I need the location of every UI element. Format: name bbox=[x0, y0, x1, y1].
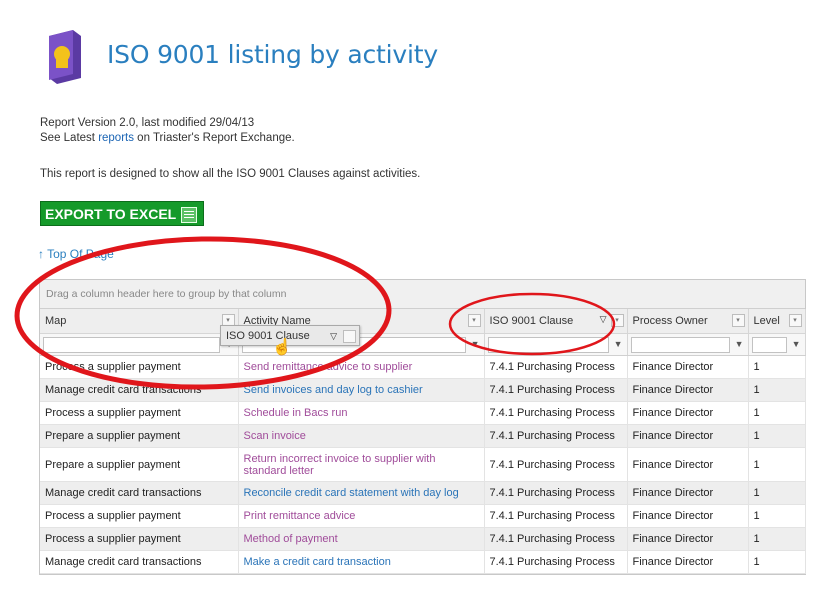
version-line: Report Version 2.0, last modified 29/04/… bbox=[40, 117, 255, 129]
activity-link[interactable]: Send invoices and day log to cashier bbox=[238, 378, 485, 402]
chevron-down-icon bbox=[343, 330, 356, 343]
chevron-down-icon[interactable]: ▾ bbox=[788, 314, 802, 327]
filter-icon[interactable]: ▽ bbox=[600, 314, 607, 325]
filter-input-map[interactable] bbox=[43, 337, 220, 353]
table-row[interactable]: Process a supplier payment Method of pay… bbox=[40, 527, 806, 551]
header-process-owner[interactable]: Process Owner ▾ bbox=[627, 309, 749, 334]
table-row[interactable]: Process a supplier payment Send remittan… bbox=[40, 355, 806, 379]
header-map[interactable]: Map ▾ bbox=[40, 309, 239, 334]
report-logo-icon bbox=[49, 30, 81, 84]
report-meta: Report Version 2.0, last modified 29/04/… bbox=[40, 116, 295, 146]
table-row[interactable]: Manage credit card transactions Send inv… bbox=[40, 378, 806, 402]
page-title: ISO 9001 listing by activity bbox=[107, 40, 438, 69]
grid-table: Map ▾ Activity Name ▾ ISO 9001 Clause ▽ ▾ Pr… bbox=[40, 309, 806, 574]
activity-link[interactable]: Print remittance advice bbox=[238, 504, 485, 528]
header-iso-clause[interactable]: ISO 9001 Clause ▽ ▾ bbox=[484, 309, 628, 334]
header-level[interactable]: Level ▾ bbox=[748, 309, 806, 334]
activity-link[interactable]: Send remittance advice to supplier bbox=[238, 355, 485, 379]
activity-link[interactable]: Schedule in Bacs run bbox=[238, 401, 485, 425]
filter-icon[interactable]: ▼ bbox=[792, 339, 801, 350]
filter-icon[interactable]: ▼ bbox=[471, 339, 480, 350]
filter-input-owner[interactable] bbox=[630, 337, 730, 353]
table-row[interactable]: Manage credit card transactions Reconcil… bbox=[40, 481, 806, 505]
chevron-down-icon[interactable]: ▾ bbox=[731, 314, 745, 327]
filter-row: ▼ ▼ ▼ ▼ ▼ bbox=[40, 333, 806, 356]
filter-icon[interactable]: ▼ bbox=[614, 339, 623, 350]
report-description: This report is designed to show all the … bbox=[40, 168, 421, 180]
activity-link[interactable]: Method of payment bbox=[238, 527, 485, 551]
filter-input-clause[interactable] bbox=[487, 337, 609, 353]
export-label: EXPORT TO EXCEL bbox=[45, 206, 177, 222]
chevron-down-icon[interactable]: ▾ bbox=[610, 314, 624, 327]
activity-link[interactable]: Scan invoice bbox=[238, 424, 485, 448]
excel-icon bbox=[181, 207, 197, 223]
table-row[interactable]: Process a supplier payment Print remitta… bbox=[40, 504, 806, 528]
activity-link[interactable]: Reconcile credit card statement with day… bbox=[238, 481, 485, 505]
filter-icon: ▽ bbox=[330, 331, 337, 341]
activity-link[interactable]: Return incorrect invoice to supplier wit… bbox=[238, 447, 485, 482]
chevron-down-icon[interactable]: ▾ bbox=[467, 314, 481, 327]
filter-icon[interactable]: ▼ bbox=[735, 339, 744, 350]
table-row[interactable]: Prepare a supplier payment Scan invoice … bbox=[40, 424, 806, 448]
activity-grid: Drag a column header here to group by th… bbox=[39, 279, 806, 575]
table-row[interactable]: Manage credit card transactions Make a c… bbox=[40, 550, 806, 574]
group-by-area[interactable]: Drag a column header here to group by th… bbox=[40, 280, 805, 309]
table-row[interactable]: Prepare a supplier payment Return incorr… bbox=[40, 447, 806, 482]
filter-input-level[interactable] bbox=[751, 337, 787, 353]
table-row[interactable]: Process a supplier payment Schedule in B… bbox=[40, 401, 806, 425]
hand-cursor-icon: ☝ bbox=[272, 339, 292, 356]
top-of-page-link[interactable]: ↑ Top Of Page bbox=[38, 247, 114, 261]
reports-link[interactable]: reports bbox=[98, 132, 134, 144]
see-latest-line: See Latest reports on Triaster's Report … bbox=[40, 132, 295, 144]
export-to-excel-button[interactable]: EXPORT TO EXCEL bbox=[40, 201, 204, 226]
activity-link[interactable]: Make a credit card transaction bbox=[238, 550, 485, 574]
